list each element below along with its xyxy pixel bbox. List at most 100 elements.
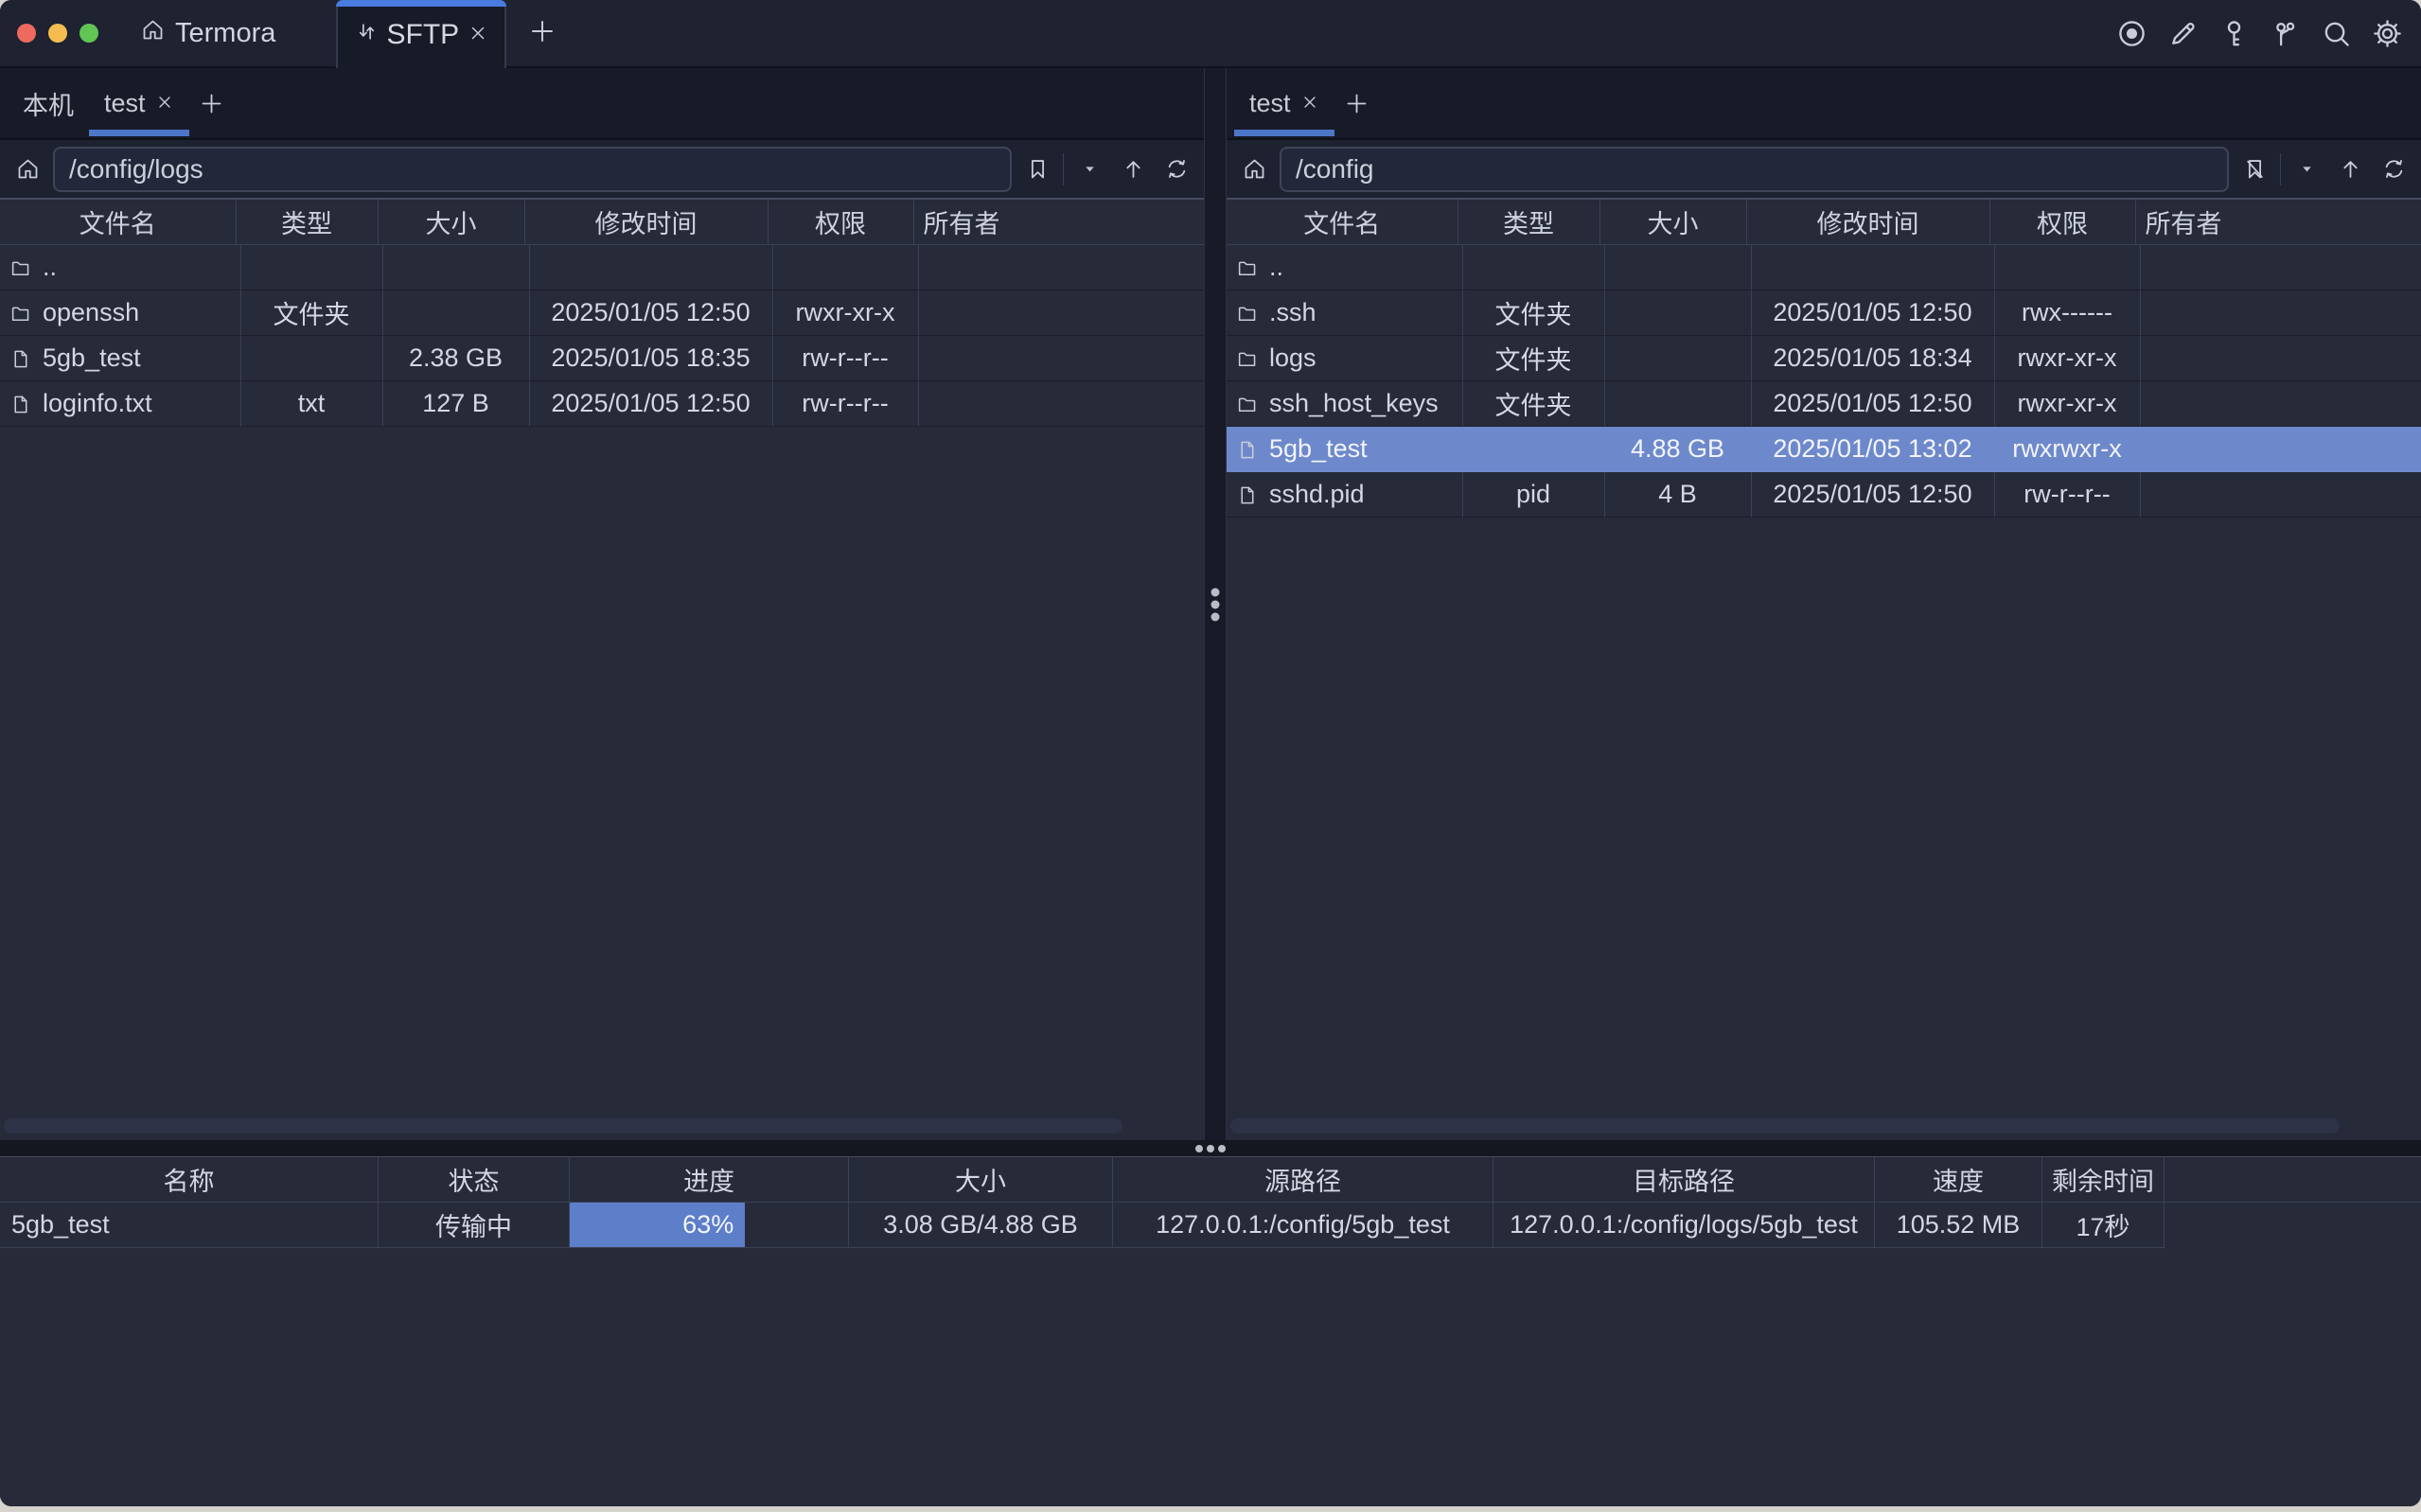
close-icon[interactable] <box>468 19 488 51</box>
file-row-..[interactable]: .. <box>1227 245 2421 290</box>
pane-tab-label: test <box>1249 89 1291 118</box>
transfer-column-header[interactable]: 剩余时间 <box>2042 1157 2165 1203</box>
file-cell: 2025/01/05 13:02 <box>1752 427 1995 472</box>
minimize-window-button[interactable] <box>48 24 67 43</box>
file-name-cell: sshd.pid <box>1227 472 1463 518</box>
right-path-input[interactable] <box>1280 147 2229 192</box>
file-cell: 127 B <box>383 381 530 427</box>
file-cell <box>241 336 383 381</box>
transfer-row-5gb_test[interactable]: 5gb_test传输中63%3.08 GB/4.88 GB127.0.0.1:/… <box>0 1203 2421 1248</box>
file-cell: pid <box>1463 472 1605 518</box>
left-file-table: 文件名类型大小修改时间权限所有者 ..openssh文件夹2025/01/05 … <box>0 198 1204 1140</box>
left-file-table-header: 文件名类型大小修改时间权限所有者 <box>0 200 1204 245</box>
new-pane-tab-button[interactable] <box>189 68 235 138</box>
file-row-5gb_test[interactable]: 5gb_test2.38 GB2025/01/05 18:35rw-r--r-- <box>0 336 1204 381</box>
pane-tab-本机[interactable]: 本机 <box>8 68 89 138</box>
transfer-column-header[interactable]: 进度 <box>570 1157 849 1203</box>
file-row-.ssh[interactable]: .ssh文件夹2025/01/05 12:50rwx------ <box>1227 290 2421 336</box>
refresh-icon[interactable] <box>1158 149 1194 190</box>
pane-splitter[interactable] <box>1204 68 1227 1140</box>
up-arrow-icon[interactable] <box>1115 149 1151 190</box>
new-top-tab-button[interactable] <box>518 0 567 66</box>
pane-tab-test[interactable]: test <box>89 68 189 138</box>
column-header[interactable]: 文件名 <box>0 200 237 245</box>
close-icon[interactable] <box>155 89 174 118</box>
column-header[interactable]: 权限 <box>769 200 914 245</box>
left-path-input[interactable] <box>53 147 1012 192</box>
file-row-logs[interactable]: logs文件夹2025/01/05 18:34rwxr-xr-x <box>1227 336 2421 381</box>
file-cell: 文件夹 <box>241 290 383 336</box>
home-icon[interactable] <box>9 149 45 190</box>
column-header[interactable]: 修改时间 <box>525 200 769 245</box>
branch-icon[interactable] <box>2266 14 2304 52</box>
maximize-window-button[interactable] <box>80 24 98 43</box>
transfer-cell: 传输中 <box>379 1203 570 1248</box>
transfer-panel-splitter[interactable] <box>0 1140 2421 1156</box>
file-row-sshd.pid[interactable]: sshd.pidpid4 B2025/01/05 12:50rw-r--r-- <box>1227 472 2421 518</box>
file-cell <box>2141 290 2421 336</box>
file-row-loginfo.txt[interactable]: loginfo.txttxt127 B2025/01/05 12:50rw-r-… <box>0 381 1204 427</box>
folder-icon <box>1236 302 1258 324</box>
file-name-cell: ssh_host_keys <box>1227 381 1463 427</box>
transfer-cell: 127.0.0.1:/config/5gb_test <box>1113 1203 1493 1248</box>
transfer-column-header[interactable]: 源路径 <box>1113 1157 1493 1203</box>
close-icon[interactable] <box>1300 89 1319 118</box>
left-file-rows: ..openssh文件夹2025/01/05 12:50rwxr-xr-x5gb… <box>0 245 1204 427</box>
file-name-cell: 5gb_test <box>0 336 241 381</box>
caret-down-icon[interactable] <box>1071 149 1107 190</box>
column-header[interactable]: 权限 <box>1990 200 2136 245</box>
file-row-ssh_host_keys[interactable]: ssh_host_keys文件夹2025/01/05 12:50rwxr-xr-… <box>1227 381 2421 427</box>
column-header[interactable]: 所有者 <box>914 200 1205 245</box>
left-horizontal-scrollbar[interactable] <box>4 1118 1122 1134</box>
transfer-cell: 127.0.0.1:/config/logs/5gb_test <box>1493 1203 1875 1248</box>
transfer-rows: 5gb_test传输中63%3.08 GB/4.88 GB127.0.0.1:/… <box>0 1203 2421 1248</box>
bookmark-slash-icon[interactable] <box>2236 149 2272 190</box>
file-cell: 4 B <box>1605 472 1752 518</box>
file-cell <box>773 245 919 290</box>
column-header[interactable]: 大小 <box>379 200 525 245</box>
transfer-updown-icon <box>355 19 379 51</box>
titlebar-actions <box>2112 0 2421 66</box>
home-icon[interactable] <box>1236 149 1272 190</box>
transfer-progress-cell: 63% <box>570 1203 849 1248</box>
file-name: ssh_host_keys <box>1269 389 1439 418</box>
column-header[interactable]: 大小 <box>1600 200 1747 245</box>
tab-sftp[interactable]: SFTP <box>336 0 506 68</box>
right-pane-tabs: test <box>1227 68 2421 140</box>
close-window-button[interactable] <box>17 24 36 43</box>
refresh-icon[interactable] <box>2376 149 2412 190</box>
transfer-column-header[interactable]: 目标路径 <box>1493 1157 1875 1203</box>
record-icon[interactable] <box>2112 14 2150 52</box>
transfer-column-header[interactable]: 大小 <box>849 1157 1113 1203</box>
caret-down-icon[interactable] <box>2288 149 2324 190</box>
key-icon[interactable] <box>2215 14 2253 52</box>
transfer-column-header[interactable]: 状态 <box>379 1157 570 1203</box>
column-header[interactable]: 文件名 <box>1227 200 1458 245</box>
file-row-openssh[interactable]: openssh文件夹2025/01/05 12:50rwxr-xr-x <box>0 290 1204 336</box>
file-cell: txt <box>241 381 383 427</box>
right-horizontal-scrollbar[interactable] <box>1230 1118 2340 1134</box>
tab-termora-home[interactable]: Termora <box>140 0 275 66</box>
bookmark-icon[interactable] <box>1019 149 1055 190</box>
transfer-column-header[interactable]: 速度 <box>1875 1157 2042 1203</box>
up-arrow-icon[interactable] <box>2332 149 2368 190</box>
file-row-..[interactable]: .. <box>0 245 1204 290</box>
file-cell <box>383 290 530 336</box>
settings-icon[interactable] <box>2368 14 2406 52</box>
toolbar-divider <box>2280 153 2281 185</box>
file-name-cell: openssh <box>0 290 241 336</box>
pane-tab-test[interactable]: test <box>1234 68 1334 138</box>
file-cell <box>2141 472 2421 518</box>
file-cell <box>919 290 1205 336</box>
file-row-5gb_test[interactable]: 5gb_test4.88 GB2025/01/05 13:02rwxrwxr-x <box>1227 427 2421 472</box>
column-header[interactable]: 类型 <box>237 200 379 245</box>
transfer-column-header[interactable]: 名称 <box>0 1157 379 1203</box>
search-icon[interactable] <box>2317 14 2355 52</box>
column-header[interactable]: 所有者 <box>2136 200 2421 245</box>
column-header[interactable]: 修改时间 <box>1747 200 1990 245</box>
new-pane-tab-button[interactable] <box>1334 68 1380 138</box>
column-header[interactable]: 类型 <box>1458 200 1600 245</box>
edit-icon[interactable] <box>2164 14 2201 52</box>
file-cell <box>2141 381 2421 427</box>
file-cell: 4.88 GB <box>1605 427 1752 472</box>
